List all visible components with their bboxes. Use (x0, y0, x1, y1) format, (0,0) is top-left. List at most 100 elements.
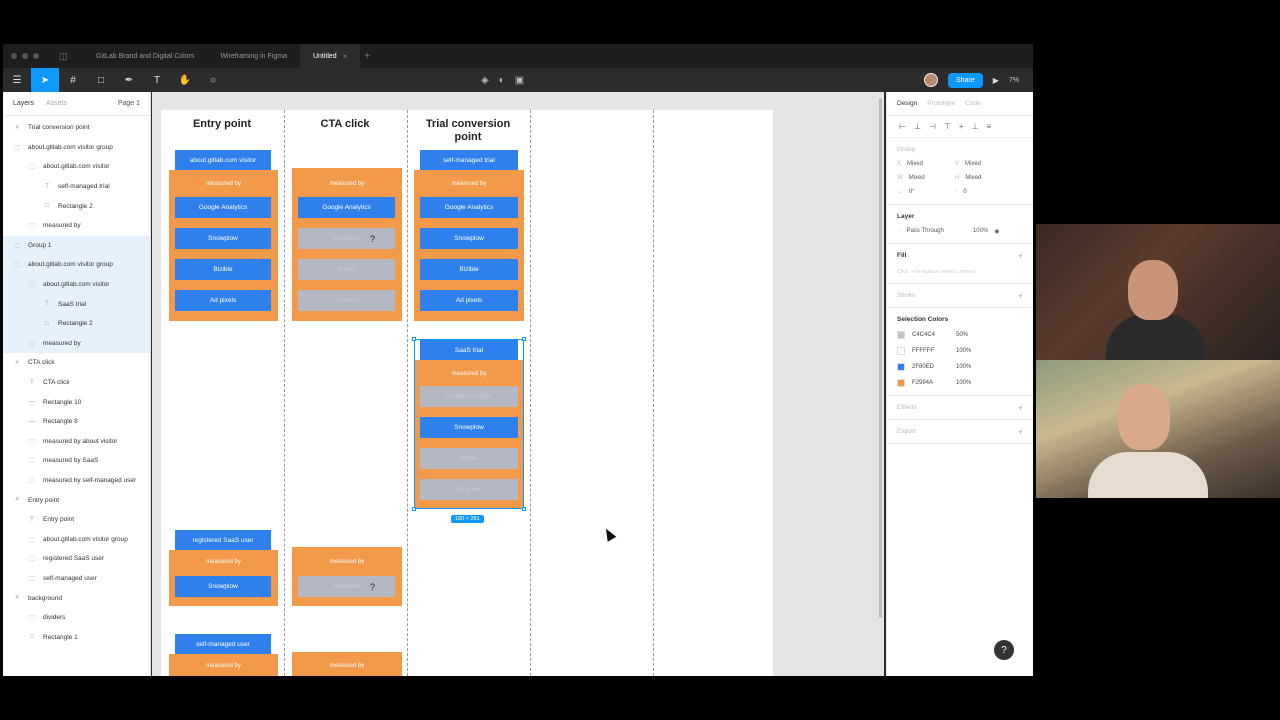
radius-field[interactable]: 0 (963, 189, 966, 196)
layer-item[interactable]: ⬚ about.gitlab.com visitor group (3, 138, 150, 158)
layer-item[interactable]: Tself-managed trial (3, 177, 150, 197)
home-icon[interactable]: ◫ (59, 51, 73, 62)
mask-icon[interactable]: ◐ (499, 75, 505, 86)
move-tool-icon[interactable]: ➤ (31, 68, 59, 92)
comment-tool-icon[interactable]: ○ (199, 68, 227, 92)
shape-tool-icon[interactable]: □ (87, 68, 115, 92)
h-field[interactable]: Mixed (965, 175, 981, 181)
layer-item[interactable]: ⬚ measured by (3, 216, 150, 236)
selection-color-row[interactable]: 2F80ED 100% (897, 363, 1023, 371)
selection-color-row[interactable]: F2994A 100% (897, 379, 1023, 387)
layer-item[interactable]: # Entry point (3, 490, 150, 510)
resize-handle[interactable] (522, 337, 526, 341)
layer-item[interactable]: ⬚ about.gitlab.com visitor (3, 157, 150, 177)
zoom-level[interactable]: 7% (1009, 77, 1019, 84)
rotation-field[interactable]: 0° (909, 189, 915, 196)
tab-brand-colors[interactable]: GitLab Brand and Digital Colors (83, 44, 207, 68)
new-tab-icon[interactable]: + (364, 51, 370, 62)
color-swatch[interactable] (897, 363, 905, 371)
tab-layers[interactable]: Layers (13, 100, 34, 107)
snowplow-button[interactable]: Snowplow (175, 228, 271, 249)
layer-item[interactable]: ⬚ measured by self-managed user (3, 471, 150, 491)
color-swatch[interactable] (897, 331, 905, 339)
layer-item[interactable]: □ Rectangle 1 (3, 627, 150, 647)
color-swatch[interactable] (897, 379, 905, 387)
resize-handle[interactable] (412, 507, 416, 511)
layer-item[interactable]: ⬚ measured by SaaS (3, 451, 150, 471)
add-export-icon[interactable]: + (1018, 427, 1023, 437)
help-button[interactable]: ? (994, 640, 1014, 660)
y-field[interactable]: Mixed (965, 161, 981, 167)
layer-item[interactable]: ⬚ about.gitlab.com visitor (3, 274, 150, 295)
ad-pixels-button[interactable]: Ad pixels (175, 290, 271, 311)
layer-item[interactable]: ⬚ about.gitlab.com visitor group (3, 255, 150, 275)
selection-color-row[interactable]: C4C4C4 50% (897, 331, 1023, 339)
layer-item[interactable]: # Trial conversion point (3, 118, 150, 138)
ad-pixels-button[interactable]: Ad pixels (420, 290, 518, 311)
trial-selfmanaged-label[interactable]: self-managed trial (420, 150, 518, 170)
canvas[interactable]: Entry point CTA click Trial conversion p… (152, 92, 884, 676)
resize-handle[interactable] (412, 337, 416, 341)
layer-item[interactable]: T Entry point (3, 510, 150, 530)
opacity-field[interactable]: 100% (973, 228, 988, 235)
add-stroke-icon[interactable]: + (1018, 291, 1023, 301)
layer-item[interactable]: — Rectangle 8 (3, 412, 150, 432)
layer-item[interactable]: T CTA click (3, 373, 150, 393)
window-controls[interactable] (11, 53, 59, 59)
layer-item[interactable]: ⬚ dividers (3, 608, 150, 628)
google-analytics-button[interactable]: Google Analytics (298, 197, 395, 218)
layer-item[interactable]: ⬚ registered SaaS user (3, 549, 150, 569)
blend-mode-select[interactable]: Pass Through (907, 228, 944, 235)
w-field[interactable]: Mixed (909, 175, 925, 181)
ad-pixels-disabled[interactable]: Ad pixels (298, 290, 395, 311)
snowplow-button[interactable]: Snowplow (175, 576, 271, 597)
x-field[interactable]: Mixed (907, 161, 923, 167)
google-analytics-button[interactable]: Google Analytics (175, 197, 271, 218)
layer-item[interactable]: ⬚ about.gitlab.com visitor group (3, 529, 150, 549)
layer-item[interactable]: ⬚ measured by about visitor (3, 432, 150, 452)
layer-item[interactable]: ⬚ measured by (3, 333, 150, 354)
align-top-icon[interactable]: ⊤ (944, 122, 951, 131)
hand-tool-icon[interactable]: ✋ (171, 68, 199, 92)
layer-item[interactable]: ⬚ self-managed user (3, 569, 150, 589)
tab-untitled[interactable]: Untitled × (299, 44, 361, 68)
page-selector[interactable]: Page 1 (118, 100, 140, 107)
bizible-disabled[interactable]: Bizible (298, 259, 395, 280)
snowplow-disabled[interactable]: Snowplow? (298, 576, 395, 597)
pen-tool-icon[interactable]: ✒ (115, 68, 143, 92)
component-icon[interactable]: ◈ (481, 75, 489, 86)
entry-registered-label[interactable]: registered SaaS user (175, 530, 271, 550)
align-left-icon[interactable]: ⊢ (899, 122, 906, 131)
selection-color-row[interactable]: FFFFFF 100% (897, 347, 1023, 355)
boolean-icon[interactable]: ▣ (515, 75, 524, 86)
tab-design[interactable]: Design (897, 100, 917, 107)
resize-handle[interactable] (522, 507, 526, 511)
artboard[interactable]: Entry point CTA click Trial conversion p… (161, 110, 773, 676)
layer-item[interactable]: — Rectangle 10 (3, 392, 150, 412)
tab-wireframing[interactable]: Wireframing in Figma (207, 44, 300, 68)
color-swatch[interactable] (897, 347, 905, 355)
main-menu-icon[interactable]: ☰ (3, 68, 31, 92)
align-center-icon[interactable]: ⊥ (914, 122, 921, 131)
align-bottom-icon[interactable]: ⊥ (972, 122, 979, 131)
layer-item[interactable]: # background (3, 588, 150, 608)
snowplow-button[interactable]: Snowplow (420, 228, 518, 249)
layer-item[interactable]: T SaaS trial (3, 294, 150, 314)
canvas-scrollbar[interactable] (879, 98, 882, 618)
add-effect-icon[interactable]: + (1018, 403, 1023, 413)
layer-item[interactable]: # CTA click (3, 353, 150, 373)
entry-selfmanaged-label[interactable]: self-managed user (175, 634, 271, 654)
avatar[interactable] (924, 73, 939, 87)
entry-visitor-label[interactable]: about.gitlab.com visitor (175, 150, 271, 170)
tab-prototype[interactable]: Prototype (927, 100, 955, 107)
frame-tool-icon[interactable]: # (59, 68, 87, 92)
bizible-button[interactable]: Bizible (420, 259, 518, 280)
eye-icon[interactable]: ◉ (994, 228, 999, 235)
add-fill-icon[interactable]: + (1018, 251, 1023, 261)
text-tool-icon[interactable]: T (143, 68, 171, 92)
close-tab-icon[interactable]: × (343, 52, 348, 61)
layer-item[interactable]: ⬚ Group 1 (3, 235, 150, 256)
snowplow-disabled[interactable]: Snowplow? (298, 228, 395, 249)
bizible-button[interactable]: Bizible (175, 259, 271, 280)
layer-item[interactable]: □ Rectangle 2 (3, 196, 150, 216)
